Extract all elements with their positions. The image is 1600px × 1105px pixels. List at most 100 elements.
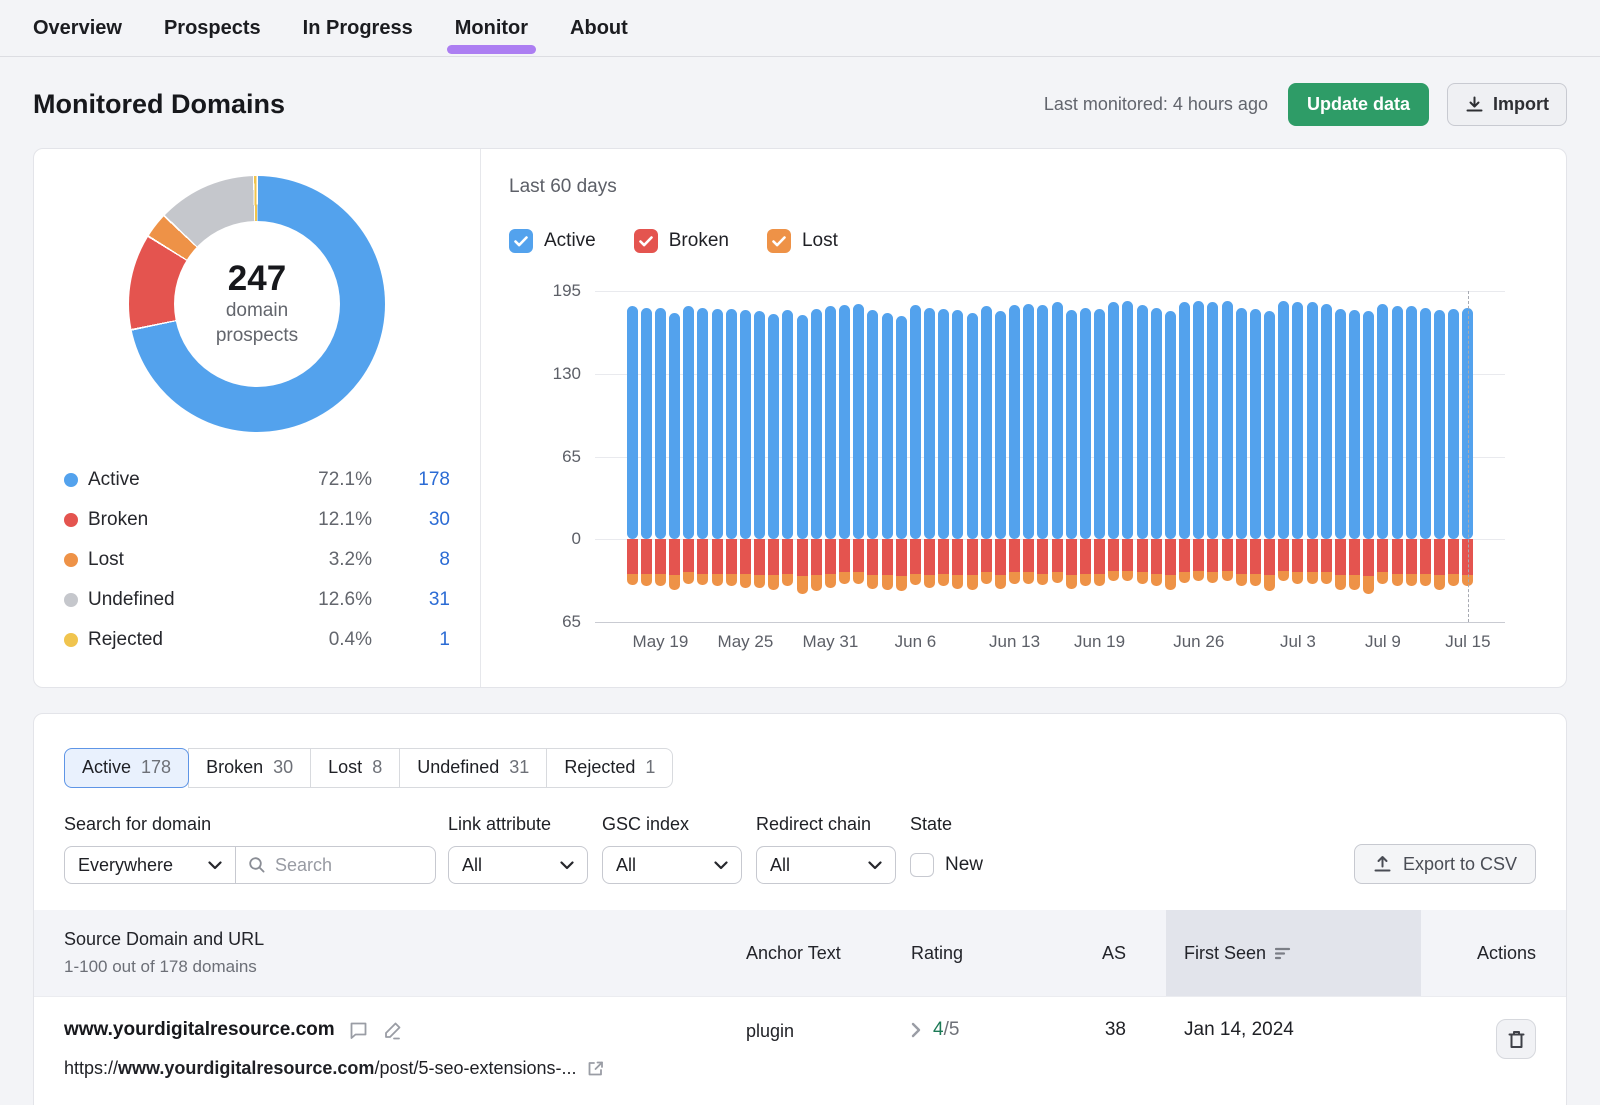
donut-chart[interactable]: 247 domain prospects (129, 176, 385, 432)
bar-segment[interactable] (1165, 575, 1176, 590)
bar-segment[interactable] (1448, 309, 1459, 539)
column-first-seen[interactable]: First Seen (1166, 910, 1421, 996)
import-button[interactable]: Import (1447, 83, 1567, 126)
bar-segment[interactable] (1335, 575, 1346, 590)
chevron-right-icon[interactable] (911, 1022, 922, 1038)
bar-segment[interactable] (712, 309, 723, 539)
bar-segment[interactable] (1052, 539, 1063, 572)
bar-segment[interactable] (1037, 305, 1048, 539)
bar-segment[interactable] (811, 539, 822, 575)
bar-segment[interactable] (697, 308, 708, 540)
bar-segment[interactable] (697, 574, 708, 585)
bar-segment[interactable] (910, 574, 921, 585)
bar-segment[interactable] (924, 575, 935, 588)
bar-segment[interactable] (1137, 572, 1148, 583)
bar-segment[interactable] (1264, 311, 1275, 539)
nav-item-monitor[interactable]: Monitor (455, 17, 528, 40)
bar-segment[interactable] (981, 539, 992, 572)
bar-segment[interactable] (797, 315, 808, 539)
bar-segment[interactable] (669, 313, 680, 540)
nav-item-prospects[interactable]: Prospects (164, 17, 261, 40)
bar-segment[interactable] (896, 576, 907, 591)
bar-segment[interactable] (1108, 302, 1119, 539)
bar-segment[interactable] (1222, 539, 1233, 571)
bar-segment[interactable] (712, 574, 723, 587)
active-series-checkbox[interactable]: Active (509, 229, 596, 253)
bar-segment[interactable] (1108, 571, 1119, 581)
bar-segment[interactable] (882, 313, 893, 540)
delete-button[interactable] (1496, 1019, 1536, 1059)
bar-segment[interactable] (1066, 575, 1077, 589)
bar-segment[interactable] (995, 311, 1006, 539)
bar-segment[interactable] (1377, 304, 1388, 540)
bar-segment[interactable] (740, 539, 751, 573)
broken-series-checkbox[interactable]: Broken (634, 229, 729, 253)
bar-segment[interactable] (867, 575, 878, 589)
bar-segment[interactable] (1236, 574, 1247, 587)
bar-segment[interactable] (1066, 539, 1077, 575)
bar-segment[interactable] (1094, 539, 1105, 573)
bar-segment[interactable] (641, 308, 652, 540)
bar-segment[interactable] (797, 539, 808, 576)
bar-segment[interactable] (655, 308, 666, 540)
bar-segment[interactable] (1137, 305, 1148, 539)
trend-bar-chart[interactable]: 19513065065May 19May 25May 31Jun 6Jun 13… (595, 291, 1505, 622)
bar-segment[interactable] (1250, 574, 1261, 587)
bar-segment[interactable] (1037, 539, 1048, 573)
bar-segment[interactable] (1377, 539, 1388, 572)
bar-segment[interactable] (882, 575, 893, 590)
bar-segment[interactable] (1406, 539, 1417, 573)
bar-segment[interactable] (1193, 539, 1204, 571)
link-attribute-select[interactable]: All (448, 846, 588, 884)
bar-segment[interactable] (811, 575, 822, 592)
bar-segment[interactable] (867, 539, 878, 575)
bar-segment[interactable] (1292, 302, 1303, 539)
bar-segment[interactable] (896, 539, 907, 576)
bar-segment[interactable] (1122, 301, 1133, 539)
bar-segment[interactable] (1037, 574, 1048, 585)
bar-segment[interactable] (1292, 572, 1303, 583)
bar-segment[interactable] (938, 539, 949, 573)
bar-segment[interactable] (1151, 539, 1162, 573)
bar-segment[interactable] (740, 310, 751, 539)
bar-segment[interactable] (910, 539, 921, 573)
bar-segment[interactable] (1009, 539, 1020, 572)
bar-segment[interactable] (1420, 308, 1431, 540)
bar-segment[interactable] (981, 306, 992, 539)
bar-segment[interactable] (1349, 575, 1360, 590)
bar-segment[interactable] (1151, 308, 1162, 540)
bar-segment[interactable] (1052, 572, 1063, 582)
bar-segment[interactable] (1066, 310, 1077, 539)
bar-segment[interactable] (627, 539, 638, 573)
bar-segment[interactable] (1363, 576, 1374, 594)
bar-segment[interactable] (1179, 539, 1190, 572)
bar-segment[interactable] (1052, 302, 1063, 539)
bar-segment[interactable] (797, 576, 808, 594)
state-new-checkbox[interactable]: New (910, 846, 983, 884)
bar-segment[interactable] (952, 575, 963, 589)
lost-series-checkbox[interactable]: Lost (767, 229, 838, 253)
bar-segment[interactable] (627, 306, 638, 539)
column-anchor-text[interactable]: Anchor Text (746, 943, 911, 964)
bar-segment[interactable] (1222, 571, 1233, 581)
bar-segment[interactable] (1009, 572, 1020, 583)
bar-segment[interactable] (882, 539, 893, 575)
bar-segment[interactable] (1179, 302, 1190, 539)
bar-segment[interactable] (1094, 309, 1105, 539)
bar-segment[interactable] (967, 313, 978, 540)
bar-segment[interactable] (1349, 539, 1360, 575)
bar-segment[interactable] (1094, 574, 1105, 587)
bar-segment[interactable] (641, 539, 652, 573)
nav-item-about[interactable]: About (570, 17, 628, 40)
bar-segment[interactable] (995, 575, 1006, 589)
bar-segment[interactable] (924, 539, 935, 575)
bar-segment[interactable] (811, 309, 822, 539)
bar-segment[interactable] (967, 575, 978, 590)
redirect-chain-select[interactable]: All (756, 846, 896, 884)
tab-lost[interactable]: Lost 8 (310, 748, 400, 788)
tab-broken[interactable]: Broken 30 (188, 748, 311, 788)
bar-segment[interactable] (683, 539, 694, 572)
bar-segment[interactable] (754, 311, 765, 539)
bar-segment[interactable] (1292, 539, 1303, 572)
bar-segment[interactable] (627, 574, 638, 585)
